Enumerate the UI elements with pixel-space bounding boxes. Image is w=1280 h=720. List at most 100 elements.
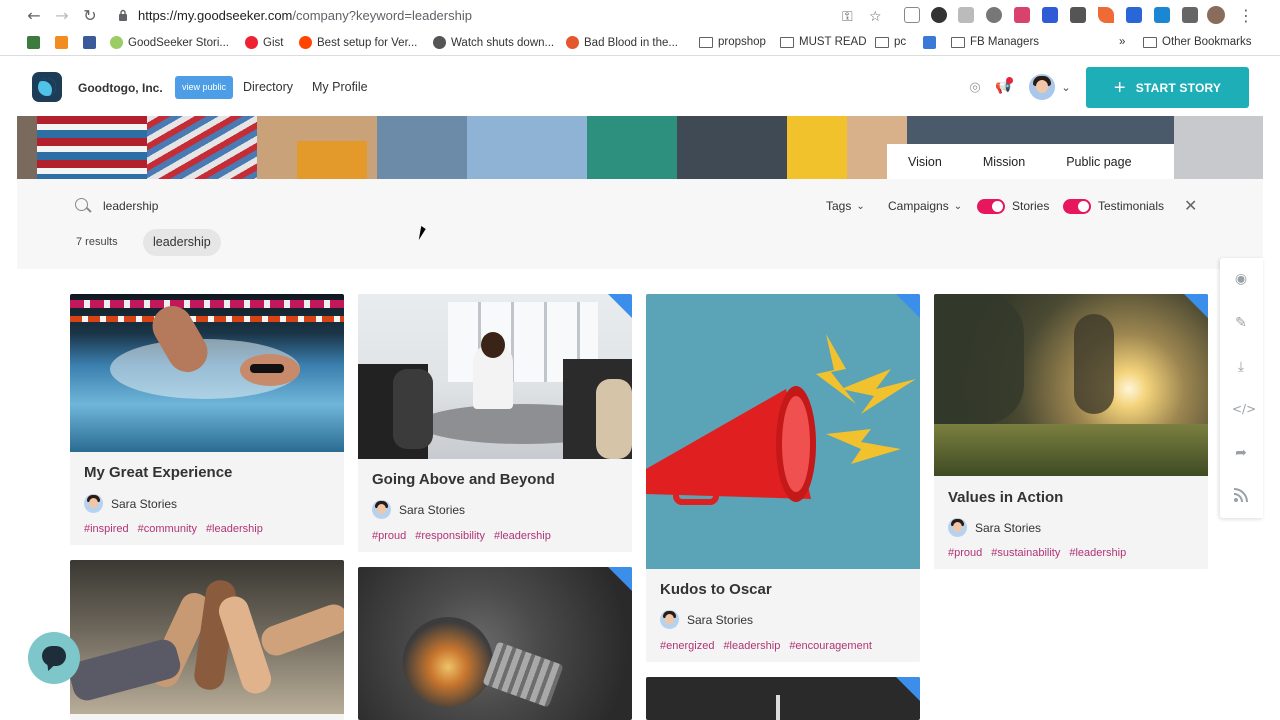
featured-corner [1184, 294, 1208, 318]
stories-toggle[interactable] [977, 199, 1005, 214]
tag[interactable]: #proud [372, 530, 406, 542]
address-bar[interactable]: https://my.goodseeker.com/company?keywor… [108, 3, 892, 29]
bookmark[interactable] [923, 36, 936, 49]
extension-icon[interactable] [986, 7, 1002, 23]
tab-mission[interactable]: Mission [942, 155, 1025, 169]
story-card[interactable] [70, 560, 344, 720]
share-icon[interactable]: ➦ [1232, 444, 1250, 462]
story-tags: #energized #leadership #encouragement [660, 640, 872, 652]
story-tags: #proud #sustainability #leadership [948, 547, 1126, 559]
chevron-down-icon[interactable]: ⌄ [1058, 80, 1074, 96]
story-title[interactable]: Values in Action [948, 489, 1063, 506]
tag[interactable]: #responsibility [415, 530, 485, 542]
bookmarks-bar: GoodSeeker Stori... Gist Best setup for … [0, 32, 1280, 56]
extension-icon[interactable] [1042, 7, 1058, 23]
extension-icon[interactable] [958, 7, 974, 23]
browser-toolbar: ← → ↻ https://my.goodseeker.com/company?… [0, 0, 1280, 32]
tag[interactable]: #encouragement [789, 640, 872, 652]
search-panel: Tags⌄ Campaigns⌄ Stories Testimonials ✕ … [17, 179, 1263, 269]
bookmark[interactable] [83, 36, 96, 49]
story-card[interactable]: My Great Experience Sara Stories #inspir… [70, 294, 344, 545]
extension-icon[interactable] [1126, 7, 1142, 23]
bookmark[interactable] [55, 36, 68, 49]
story-author: Sara Stories [84, 494, 177, 513]
download-icon[interactable]: ⤓ [1232, 358, 1250, 376]
code-icon[interactable]: </> [1232, 400, 1256, 418]
bookmark[interactable]: Gist [245, 36, 283, 49]
bookmark-apps[interactable] [27, 36, 40, 49]
star-icon[interactable]: ☆ [869, 9, 882, 25]
banner-tabs: Vision Mission Public page [887, 144, 1174, 179]
nav-directory[interactable]: Directory [243, 80, 293, 94]
folder-icon [875, 36, 889, 48]
chat-widget-button[interactable] [28, 632, 80, 684]
extension-icon[interactable] [1070, 7, 1086, 23]
tag[interactable]: #inspired [84, 523, 129, 535]
bookmark-folder[interactable]: pc [875, 36, 906, 48]
forward-icon[interactable]: → [52, 6, 72, 26]
key-icon[interactable]: ⚿ [842, 9, 853, 25]
story-title[interactable]: Kudos to Oscar [660, 581, 772, 598]
puzzle-icon[interactable] [1182, 7, 1198, 23]
tab-vision[interactable]: Vision [887, 155, 942, 169]
start-story-button[interactable]: + START STORY [1086, 67, 1249, 108]
story-image [934, 294, 1208, 476]
goodseeker-logo[interactable] [32, 72, 62, 102]
bookmark-folder[interactable]: MUST READ [780, 36, 867, 48]
story-image [646, 294, 920, 569]
story-card[interactable]: Going Above and Beyond Sara Stories #pro… [358, 294, 632, 552]
view-public-button[interactable]: view public [175, 76, 233, 99]
back-icon[interactable]: ← [24, 6, 44, 26]
search-input[interactable] [103, 197, 403, 215]
tag[interactable]: #community [138, 523, 197, 535]
reload-icon[interactable]: ↻ [80, 6, 100, 26]
extension-icon[interactable] [1098, 7, 1114, 23]
tag[interactable]: #leadership [723, 640, 780, 652]
pencil-icon[interactable]: ✎ [1232, 314, 1250, 332]
tag[interactable]: #proud [948, 547, 982, 559]
eye-icon[interactable]: ◉ [1232, 270, 1250, 288]
story-title[interactable]: Going Above and Beyond [372, 471, 555, 488]
bookmarks-overflow[interactable]: » [1119, 36, 1125, 48]
extension-icon[interactable] [1014, 7, 1030, 23]
user-avatar[interactable] [1029, 74, 1055, 100]
tags-filter[interactable]: Tags ⌄ [826, 199, 865, 213]
bookmark[interactable]: Watch shuts down... [433, 36, 554, 49]
extension-icon[interactable] [931, 7, 947, 23]
bookmark[interactable]: GoodSeeker Stori... [110, 36, 229, 49]
menu-icon[interactable]: ⋮ [1236, 6, 1256, 26]
tag[interactable]: #sustainability [991, 547, 1060, 559]
bookmark-folder[interactable]: Other Bookmarks [1143, 36, 1251, 48]
help-icon[interactable]: ◎ [967, 80, 983, 96]
extension-icon[interactable] [904, 7, 920, 23]
nav-my-profile[interactable]: My Profile [312, 80, 368, 94]
campaigns-filter[interactable]: Campaigns ⌄ [888, 199, 962, 213]
bookmark[interactable]: Best setup for Ver... [299, 36, 417, 49]
bookmark[interactable]: Bad Blood in the... [566, 36, 678, 49]
bookmark-folder[interactable]: propshop [699, 36, 766, 48]
story-image [358, 567, 632, 720]
keyword-chip[interactable]: leadership [143, 229, 221, 256]
tag[interactable]: #leadership [206, 523, 263, 535]
story-card[interactable] [358, 567, 632, 720]
bookmark-folder[interactable]: FB Managers [951, 36, 1039, 48]
rss-icon[interactable] [1232, 487, 1250, 505]
tag[interactable]: #leadership [494, 530, 551, 542]
close-icon[interactable]: ✕ [1184, 196, 1197, 215]
story-card[interactable]: Values in Action Sara Stories #proud #su… [934, 294, 1208, 569]
story-author: Sara Stories [948, 518, 1041, 537]
announcement-icon[interactable]: 📢 [995, 77, 1013, 96]
profile-avatar[interactable] [1207, 6, 1225, 24]
story-card[interactable]: Kudos to Oscar Sara Stories #energized #… [646, 294, 920, 662]
testimonials-toggle-label: Testimonials [1098, 199, 1165, 213]
story-title[interactable]: My Great Experience [84, 464, 232, 481]
tab-public-page[interactable]: Public page [1025, 155, 1131, 169]
tag[interactable]: #leadership [1069, 547, 1126, 559]
featured-corner [896, 294, 920, 318]
tag[interactable]: #energized [660, 640, 714, 652]
extension-icon[interactable] [1154, 7, 1170, 23]
story-image [70, 560, 344, 714]
story-image [70, 294, 344, 452]
testimonials-toggle[interactable] [1063, 199, 1091, 214]
story-card[interactable] [646, 677, 920, 720]
